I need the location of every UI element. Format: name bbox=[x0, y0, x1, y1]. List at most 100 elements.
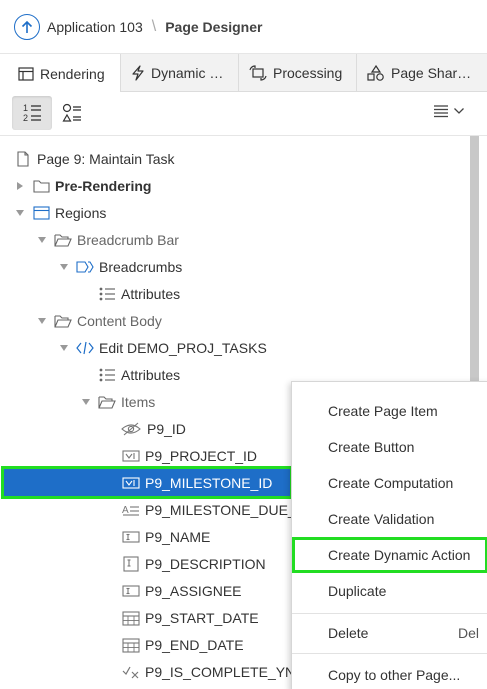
tab-label: Dynamic … bbox=[151, 65, 224, 81]
tree-node-label: P9_NAME bbox=[145, 528, 211, 545]
menu-item-duplicate[interactable]: Duplicate bbox=[292, 573, 487, 609]
tree-node-regions[interactable]: Regions bbox=[0, 199, 470, 226]
breadcrumb-application-link[interactable]: Application 103 bbox=[47, 19, 143, 35]
collapse-caret-icon[interactable] bbox=[80, 398, 92, 406]
page-title: Page Designer bbox=[165, 18, 263, 35]
folder-open-icon bbox=[54, 314, 72, 328]
svg-text:2: 2 bbox=[23, 113, 28, 123]
svg-text:A: A bbox=[122, 505, 129, 516]
shapes-icon bbox=[367, 65, 385, 81]
menu-item-label: Duplicate bbox=[328, 583, 387, 599]
textarea-icon bbox=[122, 555, 140, 572]
menu-item-create-dynamic-action[interactable]: Create Dynamic Action bbox=[292, 537, 487, 573]
tree-node-label: P9_PROJECT_ID bbox=[145, 447, 258, 464]
tree-node-edit-region[interactable]: Edit DEMO_PROJ_TASKS bbox=[0, 334, 470, 361]
collapse-caret-icon[interactable] bbox=[36, 236, 48, 244]
menu-item-label: Copy to other Page... bbox=[328, 667, 461, 683]
collapse-caret-icon[interactable] bbox=[14, 209, 26, 217]
tree-node-content-body[interactable]: Content Body bbox=[0, 307, 470, 334]
lightning-icon bbox=[131, 65, 145, 81]
tree-menu-button[interactable] bbox=[433, 104, 465, 118]
expand-caret-icon[interactable] bbox=[14, 181, 26, 191]
arrow-up-icon bbox=[21, 20, 33, 33]
folder-open-icon bbox=[54, 233, 72, 247]
calendar-icon bbox=[122, 610, 140, 626]
shortcut-hint: Del bbox=[458, 625, 480, 641]
folder-icon bbox=[32, 179, 50, 193]
tree-node-label: Breadcrumb Bar bbox=[77, 231, 179, 248]
tab-processing[interactable]: Processing bbox=[239, 54, 357, 92]
tree-node-label: Content Body bbox=[77, 312, 162, 329]
rendering-icon bbox=[18, 66, 34, 81]
menu-item-copy-to-other-page[interactable]: Copy to other Page... bbox=[292, 657, 487, 689]
breadcrumb-region-icon bbox=[76, 260, 94, 273]
menu-item-create-button[interactable]: Create Button bbox=[292, 429, 487, 465]
tab-label: Page Shar… bbox=[391, 65, 472, 81]
tree-node-label: P9_MILESTONE_ID bbox=[145, 474, 273, 491]
menu-item-create-page-item[interactable]: Create Page Item bbox=[292, 393, 487, 429]
collapse-caret-icon[interactable] bbox=[58, 344, 70, 352]
text-field-icon bbox=[122, 530, 140, 544]
tree-node-label: Edit DEMO_PROJ_TASKS bbox=[99, 339, 267, 356]
tree-node-label: P9_END_DATE bbox=[145, 636, 244, 653]
folder-open-icon bbox=[98, 395, 116, 409]
tree-node-pre-rendering[interactable]: Pre-Rendering bbox=[0, 172, 470, 199]
collapse-caret-icon[interactable] bbox=[36, 317, 48, 325]
shapes-list-icon bbox=[62, 103, 81, 122]
menu-item-delete[interactable]: Delete Del bbox=[292, 615, 487, 651]
tree-node-attributes[interactable]: Attributes bbox=[0, 280, 470, 307]
tree-node-label: Breadcrumbs bbox=[99, 258, 183, 275]
tree-node-label: Page 9: Maintain Task bbox=[37, 150, 175, 167]
tree-item-p9-milestone-id[interactable]: P9_MILESTONE_ID bbox=[1, 466, 293, 499]
tree-node-label: Items bbox=[121, 393, 156, 410]
tree-node-page[interactable]: Page 9: Maintain Task bbox=[0, 145, 470, 172]
tree-node-label: Regions bbox=[55, 204, 107, 221]
tree-node-label: P9_DESCRIPTION bbox=[145, 555, 266, 572]
menu-item-label: Delete bbox=[328, 625, 369, 641]
text-field-icon bbox=[122, 584, 140, 598]
processing-icon bbox=[249, 65, 267, 81]
tab-label: Rendering bbox=[40, 65, 105, 82]
view-by-order-button[interactable]: 1 2 bbox=[12, 96, 52, 130]
chevron-down-icon bbox=[454, 108, 464, 114]
attributes-icon bbox=[98, 367, 116, 383]
menu-item-label: Create Page Item bbox=[328, 403, 438, 419]
context-menu: Create Page Item Create Button Create Co… bbox=[291, 381, 487, 689]
page-designer-header: Application 103 \ Page Designer bbox=[0, 0, 487, 54]
tab-page-shared-components[interactable]: Page Shar… bbox=[357, 54, 487, 92]
tree-node-label: P9_ID bbox=[147, 420, 186, 437]
numbered-list-icon: 1 2 bbox=[23, 103, 41, 123]
view-by-type-button[interactable] bbox=[52, 96, 92, 130]
tab-label: Processing bbox=[273, 65, 343, 81]
code-icon bbox=[76, 340, 94, 356]
select-list-icon bbox=[122, 449, 140, 463]
tree-node-label: P9_IS_COMPLETE_YN bbox=[145, 663, 296, 680]
tree-node-label: P9_START_DATE bbox=[145, 609, 259, 626]
tree-tabs: Rendering Dynamic … Processing Page Shar… bbox=[0, 54, 487, 93]
tree-node-label: P9_MILESTONE_DUE_ bbox=[145, 501, 296, 518]
region-icon bbox=[32, 205, 50, 220]
menu-item-label: Create Dynamic Action bbox=[328, 547, 471, 563]
hidden-item-icon bbox=[120, 422, 142, 436]
hamburger-icon bbox=[434, 105, 448, 118]
tab-rendering[interactable]: Rendering bbox=[0, 54, 121, 93]
tree-node-breadcrumb-bar[interactable]: Breadcrumb Bar bbox=[0, 226, 470, 253]
menu-item-create-computation[interactable]: Create Computation bbox=[292, 465, 487, 501]
menu-item-label: Create Button bbox=[328, 439, 415, 455]
menu-item-label: Create Computation bbox=[328, 475, 454, 491]
navigate-up-button[interactable] bbox=[14, 13, 40, 40]
tab-dynamic-actions[interactable]: Dynamic … bbox=[121, 54, 239, 92]
tree-node-label: P9_ASSIGNEE bbox=[145, 582, 242, 599]
calendar-icon bbox=[122, 637, 140, 653]
tree-node-breadcrumbs[interactable]: Breadcrumbs bbox=[0, 253, 470, 280]
menu-item-create-validation[interactable]: Create Validation bbox=[292, 501, 487, 537]
tree-node-label: Attributes bbox=[121, 285, 181, 302]
menu-separator bbox=[292, 613, 487, 614]
tree-toolbar: 1 2 bbox=[0, 92, 487, 136]
tree-node-label: Attributes bbox=[121, 366, 181, 383]
collapse-caret-icon[interactable] bbox=[58, 263, 70, 271]
attributes-icon bbox=[98, 286, 116, 302]
menu-item-label: Create Validation bbox=[328, 511, 435, 527]
breadcrumb-separator: \ bbox=[151, 17, 157, 35]
menu-separator bbox=[292, 653, 487, 654]
